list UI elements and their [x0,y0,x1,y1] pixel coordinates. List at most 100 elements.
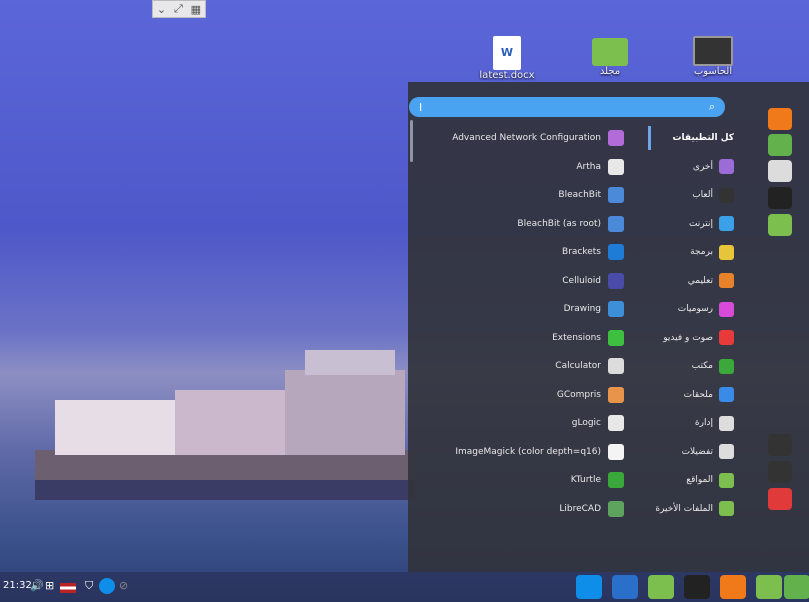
word-doc-icon: W [493,36,521,70]
category-label: ملحقات [683,389,713,400]
category-list: كل التطبيقات أخرى ألعاب إنترنت برمجة تعليمي رس… [652,124,734,523]
app-label: Brackets [562,247,601,258]
app-label: BleachBit [558,190,601,201]
app-icon [608,244,624,261]
app-list: Advanced Network Configuration Artha Bleac… [412,124,652,523]
category-label: إدارة [694,418,713,429]
clock[interactable]: 21:32 [3,580,32,591]
firefox-icon[interactable] [720,575,746,599]
category-icon [719,501,734,517]
category-item[interactable]: رسوميات [652,295,734,324]
teamviewer-icon[interactable] [576,575,602,599]
app-item[interactable]: LibreCAD [412,495,652,524]
top-panel-widget[interactable]: ⌄ ⤢ ▦ [152,0,206,18]
category-item[interactable]: مكتب [652,352,734,381]
folder-icon[interactable] [756,575,782,599]
desktop-icon-label: latest.docx [479,70,535,81]
category-icon [719,415,734,431]
app-item[interactable]: ImageMagick (color depth=q16) [412,438,652,467]
search-input[interactable]: I ⌕ [409,97,725,117]
category-item[interactable]: كل التطبيقات [652,124,734,153]
app-label: gLogic [571,418,601,429]
app-item[interactable]: Celluloid [412,267,652,296]
app-item[interactable]: Drawing [412,295,652,324]
volume-icon[interactable]: 🔊 [30,579,44,592]
update-icon[interactable]: ⊘ [119,579,128,592]
lock-screen-icon[interactable] [768,434,792,456]
category-label: الملفات الأخيرة [655,503,713,514]
category-label: تفضيلات [681,446,713,457]
folder-icon[interactable] [648,575,674,599]
category-item[interactable]: إدارة [652,409,734,438]
terminal-icon[interactable] [684,575,710,599]
app-label: Extensions [552,332,601,343]
computer-icon [693,36,733,66]
teamviewer-icon[interactable] [99,578,115,594]
category-icon [719,358,734,374]
network-icon[interactable]: ⊞ [45,579,54,592]
category-icon [719,387,734,403]
app-icon [608,358,624,375]
app-item[interactable]: KTurtle [412,466,652,495]
shutdown-icon[interactable] [768,488,792,510]
folder-icon [592,38,628,66]
app-item[interactable]: GCompris [412,381,652,410]
app-icon [608,272,624,289]
desktop-icon-folder[interactable]: مجلد [575,38,645,77]
app-item[interactable]: BleachBit (as root) [412,210,652,239]
app-icon [608,472,624,489]
category-icon [719,159,734,175]
app-item[interactable]: Extensions [412,324,652,353]
app-item[interactable]: Advanced Network Configuration [412,124,652,153]
app-label: Artha [576,161,601,172]
category-icon [719,472,734,488]
category-label: ألعاب [692,190,713,201]
shield-icon[interactable]: ⛉ [85,579,93,593]
app-item[interactable]: Calculator [412,352,652,381]
app-icon [608,329,624,346]
category-item[interactable]: برمجة [652,238,734,267]
firefox-icon[interactable] [768,108,792,130]
category-item[interactable]: تعليمي [652,267,734,296]
terminal-icon[interactable] [768,187,792,209]
category-label: إنترنت [688,218,713,229]
category-item[interactable]: تفضيلات [652,438,734,467]
app-label: BleachBit (as root) [517,218,601,229]
category-label: برمجة [690,247,713,258]
app-label: GCompris [556,389,601,400]
app-item[interactable]: BleachBit [412,181,652,210]
chevron-down-icon[interactable]: ⌄ [157,3,166,16]
category-icon [719,273,734,289]
category-item[interactable]: أخرى [652,153,734,182]
category-item[interactable]: ملحقات [652,381,734,410]
category-item[interactable]: إنترنت [652,210,734,239]
app-item[interactable]: Brackets [412,238,652,267]
mint-menu-icon[interactable] [784,575,809,599]
app-item[interactable]: Artha [412,153,652,182]
category-label: صوت و فيديو [663,332,713,343]
search-icon: ⌕ [708,100,715,113]
app-label: ImageMagick (color depth=q16) [455,446,601,457]
grid-icon[interactable]: ▦ [191,3,201,16]
camera-icon[interactable] [612,575,638,599]
category-label: مكتب [691,361,713,372]
expand-icon[interactable]: ⤢ [174,2,183,16]
desktop-icon-word[interactable]: W latest.docx [472,36,542,81]
app-label: Calculator [555,361,601,372]
category-label: رسوميات [677,304,713,315]
app-item[interactable]: gLogic [412,409,652,438]
search-text: I [419,100,423,114]
logout-icon[interactable] [768,461,792,483]
files-folder-icon[interactable] [768,214,792,236]
category-item[interactable]: الملفات الأخيرة [652,495,734,524]
category-icon [719,330,734,346]
category-item[interactable]: ألعاب [652,181,734,210]
category-item[interactable]: صوت و فيديو [652,324,734,353]
app-icon [608,215,624,232]
software-manager-icon[interactable] [768,134,792,156]
settings-toggle-icon[interactable] [768,160,792,182]
us-flag-icon[interactable] [60,583,76,593]
category-item[interactable]: المواقع [652,466,734,495]
category-icon [719,216,734,232]
desktop-icon-computer[interactable]: الحاسوب [678,36,748,77]
